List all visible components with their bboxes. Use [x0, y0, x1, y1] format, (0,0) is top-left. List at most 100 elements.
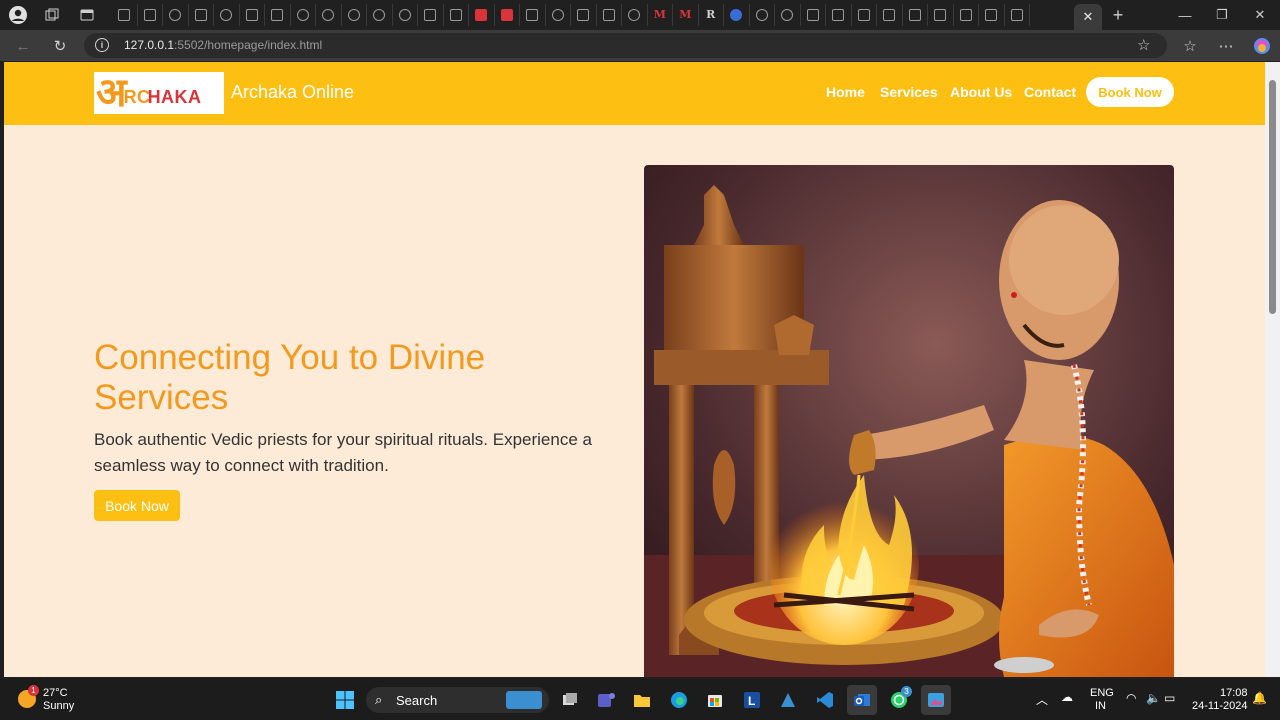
tab-favicon-icon — [169, 9, 182, 21]
tab-item[interactable] — [775, 4, 801, 26]
tab-item[interactable] — [877, 4, 903, 26]
close-window-icon[interactable]: ✕ — [1240, 0, 1280, 30]
tab-item[interactable]: R — [699, 4, 724, 26]
tab-active[interactable]: ✕ — [1074, 4, 1102, 30]
scrollbar-thumb[interactable] — [1269, 80, 1276, 314]
copilot-icon[interactable] — [1251, 35, 1273, 57]
tab-item[interactable] — [112, 4, 138, 26]
url-text[interactable]: 127.0.0.1:5502/homepage/index.html — [124, 38, 322, 52]
tab-favicon-icon — [985, 9, 998, 21]
url-field[interactable]: i 127.0.0.1:5502/homepage/index.html ☆ — [84, 33, 1167, 58]
volume-icon[interactable]: 🔈 — [1146, 691, 1161, 705]
teams-icon[interactable] — [591, 685, 621, 715]
tab-item[interactable] — [903, 4, 928, 26]
outlook-icon[interactable] — [847, 685, 877, 715]
file-explorer-icon[interactable] — [627, 685, 657, 715]
refresh-icon[interactable]: ↻ — [49, 35, 71, 57]
clock-date[interactable]: 24-11-2024 — [1192, 700, 1247, 712]
whatsapp-badge: 3 — [901, 686, 912, 697]
tab-item[interactable] — [138, 4, 163, 26]
tab-item[interactable] — [291, 4, 316, 26]
nav-services[interactable]: Services — [880, 84, 938, 100]
tab-strip: MM R — [112, 4, 1030, 26]
close-tab-icon[interactable]: ✕ — [1083, 9, 1094, 25]
tray-overflow-icon[interactable]: ︿ — [1036, 691, 1048, 708]
tab-item[interactable] — [826, 4, 852, 26]
image-app-icon[interactable] — [921, 685, 951, 715]
azure-icon[interactable] — [773, 685, 803, 715]
tab-favicon-icon — [245, 9, 258, 21]
nav-contact[interactable]: Contact — [1024, 84, 1076, 100]
tab-item[interactable] — [367, 4, 393, 26]
tab-item[interactable] — [979, 4, 1005, 26]
tab-item[interactable] — [265, 4, 291, 26]
clock-time[interactable]: 17:08 — [1220, 687, 1248, 699]
start-windows-icon[interactable] — [330, 685, 360, 715]
tab-item[interactable] — [342, 4, 367, 26]
tab-favicon-icon — [500, 9, 513, 21]
tab-favicon-icon — [806, 9, 819, 21]
l-app-icon[interactable]: L — [737, 685, 767, 715]
tab-item[interactable] — [1005, 4, 1030, 26]
favorites-icon[interactable]: ☆ — [1179, 35, 1201, 57]
site-info-icon[interactable]: i — [95, 38, 109, 52]
task-view-icon[interactable] — [555, 685, 585, 715]
tab-favicon-icon — [296, 9, 309, 21]
nav-about-us[interactable]: About Us — [950, 84, 1012, 100]
tab-item[interactable] — [597, 4, 622, 26]
tab-favicon-icon — [449, 9, 462, 21]
store-icon[interactable] — [700, 685, 730, 715]
minimize-icon[interactable]: — — [1165, 0, 1205, 30]
tab-item[interactable] — [801, 4, 826, 26]
tab-item[interactable] — [928, 4, 954, 26]
tab-item[interactable] — [852, 4, 877, 26]
tab-favicon-icon — [577, 9, 590, 21]
tab-item[interactable]: M — [648, 4, 673, 26]
maximize-icon[interactable]: ❐ — [1202, 0, 1242, 30]
address-bar-row: ← ↻ i 127.0.0.1:5502/homepage/index.html… — [0, 30, 1280, 61]
tab-item[interactable] — [750, 4, 775, 26]
tab-item[interactable] — [189, 4, 214, 26]
tab-item[interactable] — [393, 4, 418, 26]
tab-item[interactable] — [495, 4, 520, 26]
site-logo[interactable]: अ RC HAKA — [94, 72, 224, 114]
tab-item[interactable] — [240, 4, 265, 26]
vscode-icon[interactable] — [810, 685, 840, 715]
language-region[interactable]: IN — [1095, 700, 1106, 712]
weather-condition[interactable]: Sunny — [43, 700, 74, 712]
profile-icon[interactable] — [8, 5, 28, 25]
more-options-icon[interactable]: ⋯ — [1215, 35, 1237, 57]
notification-bell-icon[interactable]: 🔔 — [1252, 691, 1267, 705]
onedrive-icon[interactable]: ☁ — [1061, 690, 1073, 704]
page-scrollbar[interactable] — [1265, 62, 1280, 677]
language-code[interactable]: ENG — [1090, 687, 1114, 699]
workspaces-icon[interactable] — [42, 5, 62, 25]
brand-name[interactable]: Archaka Online — [231, 82, 354, 103]
tab-item[interactable]: M — [673, 4, 699, 26]
tab-item[interactable] — [571, 4, 597, 26]
wifi-icon[interactable]: ◠ — [1126, 691, 1136, 705]
tab-item[interactable] — [444, 4, 469, 26]
tab-actions-icon[interactable] — [77, 5, 97, 25]
battery-icon[interactable]: ▭ — [1164, 691, 1175, 705]
tab-item[interactable] — [622, 4, 648, 26]
tab-favicon-icon — [424, 9, 437, 21]
tab-item[interactable] — [214, 4, 240, 26]
tab-item[interactable] — [520, 4, 546, 26]
tab-item[interactable] — [724, 4, 750, 26]
taskbar-search[interactable]: ⌕ Search — [366, 687, 549, 713]
weather-temperature[interactable]: 27°C — [43, 687, 68, 699]
hero-book-now-button[interactable]: Book Now — [94, 490, 180, 521]
header-book-now-button[interactable]: Book Now — [1086, 77, 1174, 107]
tab-item[interactable] — [316, 4, 342, 26]
favorite-star-icon[interactable]: ☆ — [1137, 36, 1150, 54]
tab-item[interactable] — [546, 4, 571, 26]
tab-item[interactable] — [469, 4, 495, 26]
tab-item[interactable] — [954, 4, 979, 26]
edge-icon[interactable] — [664, 685, 694, 715]
new-tab-icon[interactable]: + — [1108, 5, 1128, 25]
nav-home[interactable]: Home — [826, 84, 865, 100]
tab-item[interactable] — [163, 4, 189, 26]
tab-item[interactable] — [418, 4, 444, 26]
back-icon[interactable]: ← — [12, 35, 34, 57]
